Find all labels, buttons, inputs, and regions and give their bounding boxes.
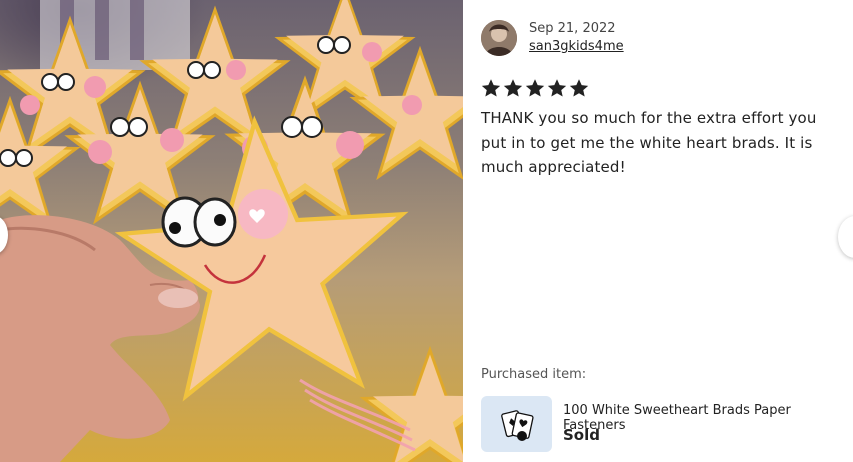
product-thumbnail[interactable]	[481, 396, 552, 452]
product-status: Sold	[563, 426, 600, 444]
review-panel: Sep 21, 2022 san3gkids4me THANK you so m…	[463, 0, 853, 462]
star-filled-icon	[525, 79, 545, 97]
review-text: THANK you so much for the extra effort y…	[481, 109, 817, 176]
review-photo[interactable]	[0, 0, 463, 462]
avatar[interactable]	[481, 20, 517, 56]
star-filled-icon	[569, 79, 589, 97]
review-date: Sep 21, 2022	[529, 21, 616, 36]
product-name-link[interactable]: 100 White Sweetheart Brads Paper Fastene…	[563, 403, 853, 433]
star-rating	[481, 78, 589, 100]
playing-cards-icon	[500, 410, 534, 441]
user-photo-icon	[481, 20, 517, 56]
star-filled-icon	[503, 79, 523, 97]
star-filled-icon	[481, 79, 501, 97]
purchased-item-label: Purchased item:	[481, 367, 587, 382]
star-filled-icon	[547, 79, 567, 97]
reviewer-username-link[interactable]: san3gkids4me	[529, 39, 624, 54]
felt-stars-photo	[0, 0, 463, 462]
